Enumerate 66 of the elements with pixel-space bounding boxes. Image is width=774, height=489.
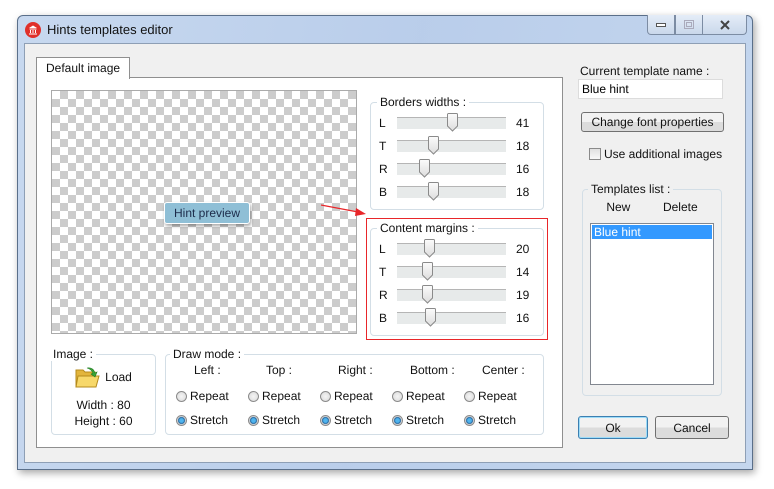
column-label: Right : [338,363,374,377]
radio-option[interactable]: Stretch [392,408,464,432]
folder-icon [75,365,102,389]
minimize-button[interactable] [647,15,675,35]
slider-label: L [379,116,387,130]
slider-value: 41 [516,116,530,130]
radio-option[interactable]: Repeat [176,384,248,408]
slider-label: R [379,162,389,176]
slider-thumb[interactable] [424,238,436,258]
minimize-icon [656,22,666,26]
bank-icon [25,22,41,38]
width-text: Width : 80 [76,397,131,413]
close-icon [718,20,730,30]
tab[interactable]: Default image [36,57,130,79]
column-label: Top : [266,363,294,377]
slider-label: L [379,242,387,256]
group-title: Image : [53,347,94,361]
close-button[interactable] [703,15,747,35]
field-label: Current template name : [580,64,710,78]
group-title: Templates list : [591,182,670,196]
slider-label: T [379,264,388,278]
slider-label: B [379,184,388,198]
annotation-arrow [320,202,368,218]
action-link[interactable]: New [606,200,630,214]
radio-option[interactable]: Stretch [464,408,536,432]
group-title: Draw mode : [173,347,242,361]
radio-option[interactable]: Repeat [248,384,320,408]
slider-value: 16 [516,310,530,324]
hint-preview: Hint preview [164,202,250,224]
column-label: Left : [194,363,222,377]
radio-option[interactable]: Repeat [392,384,464,408]
slider-label: B [379,310,388,324]
slider-value: 18 [516,184,530,198]
window-title: Hints templates editor [47,22,173,37]
slider-label: R [379,288,389,302]
change-font-button[interactable]: Change font properties [581,112,724,132]
load-button[interactable]: Load [75,365,132,389]
slider-thumb[interactable] [422,284,434,304]
action-link[interactable]: Delete [662,200,698,214]
name-field[interactable]: Blue hint [578,79,723,99]
slider-value: 20 [516,242,530,256]
use-images-checkbox[interactable]: Use additional images [589,147,730,161]
ok-button[interactable]: Ok [578,416,648,439]
slider-thumb[interactable] [428,136,440,154]
slider-value: 14 [516,264,530,278]
column-label: Center : [482,363,526,377]
maximize-icon [684,20,694,29]
slider-thumb[interactable] [446,112,458,132]
radio-option[interactable]: Repeat [464,384,536,408]
radio-option[interactable]: Repeat [320,384,392,408]
column-label: Bottom : [410,363,456,377]
slider-thumb[interactable] [428,182,440,200]
slider-value: 16 [516,162,530,176]
cancel-button[interactable]: Cancel [655,416,729,439]
slider-thumb[interactable] [422,262,432,280]
radio-option[interactable]: Stretch [176,408,248,432]
slider-thumb[interactable] [425,308,436,326]
group-title: Borders widths : [380,95,466,109]
height-text: Height : 60 [74,413,133,429]
radio-option[interactable]: Stretch [248,408,320,432]
slider-value: 19 [516,288,530,302]
radio-option[interactable]: Stretch [320,408,392,432]
slider-thumb[interactable] [418,158,430,178]
group-title: Content margins : [380,221,475,235]
slider-label: T [379,138,388,152]
slider-value: 18 [516,138,530,152]
